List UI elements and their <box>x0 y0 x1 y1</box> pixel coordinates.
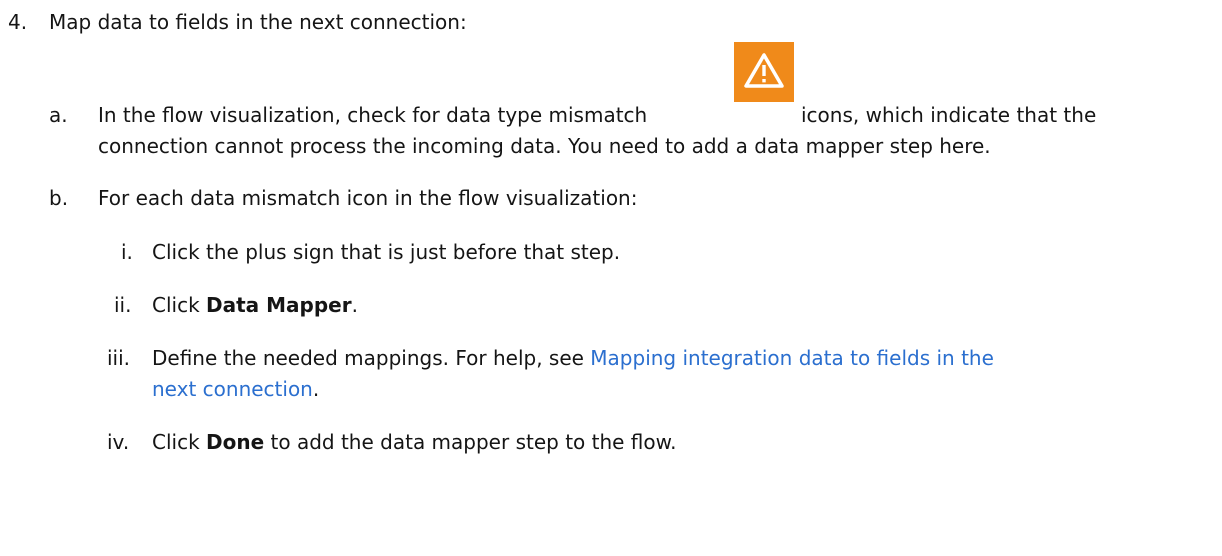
substep-b-ii-marker: ii. <box>114 293 132 317</box>
substep-b-iv-suffix: to add the data mapper step to the flow. <box>264 430 677 454</box>
done-label: Done <box>206 430 265 454</box>
mapping-help-link-line-1[interactable]: Mapping integration data to fields in th… <box>590 346 994 370</box>
substep-b-ii-suffix: . <box>351 293 358 317</box>
substep-a-text-after-icon: icons, which indicate that the <box>801 103 1097 127</box>
substep-b-iv-marker: iv. <box>107 430 130 454</box>
substep-b-marker: b. <box>49 186 69 210</box>
substep-b-iii-line-2: next connection. <box>152 374 319 405</box>
substep-b-i-marker: i. <box>121 240 133 264</box>
substep-b-iii-marker: iii. <box>107 346 131 370</box>
substep-a-text-before-icon: In the flow visualization, check for dat… <box>98 103 648 127</box>
mapping-help-link-line-2[interactable]: next connection <box>152 377 313 401</box>
substep-b-iii-prefix: Define the needed mappings. For help, se… <box>152 346 591 370</box>
substep-b-iii-line-1: Define the needed mappings. For help, se… <box>152 343 994 374</box>
step-4-marker: 4. <box>8 10 28 34</box>
data-mapper-label: Data Mapper <box>206 293 352 317</box>
substep-b-text: For each data mismatch icon in the flow … <box>98 186 638 210</box>
substep-a-marker: a. <box>49 103 68 127</box>
substep-b-i-text: Click the plus sign that is just before … <box>152 240 621 264</box>
substep-b-ii-prefix: Click <box>152 293 207 317</box>
substep-b-iv-text: Click Done to add the data mapper step t… <box>152 427 677 458</box>
substep-b-ii-text: Click Data Mapper. <box>152 290 358 321</box>
substep-b-iii-suffix: . <box>312 377 320 401</box>
step-4-text: Map data to fields in the next connectio… <box>49 10 467 34</box>
substep-a-line-2: connection cannot process the incoming d… <box>98 134 991 158</box>
substep-b-iv-prefix: Click <box>152 430 207 454</box>
warning-triangle-icon <box>734 42 794 102</box>
